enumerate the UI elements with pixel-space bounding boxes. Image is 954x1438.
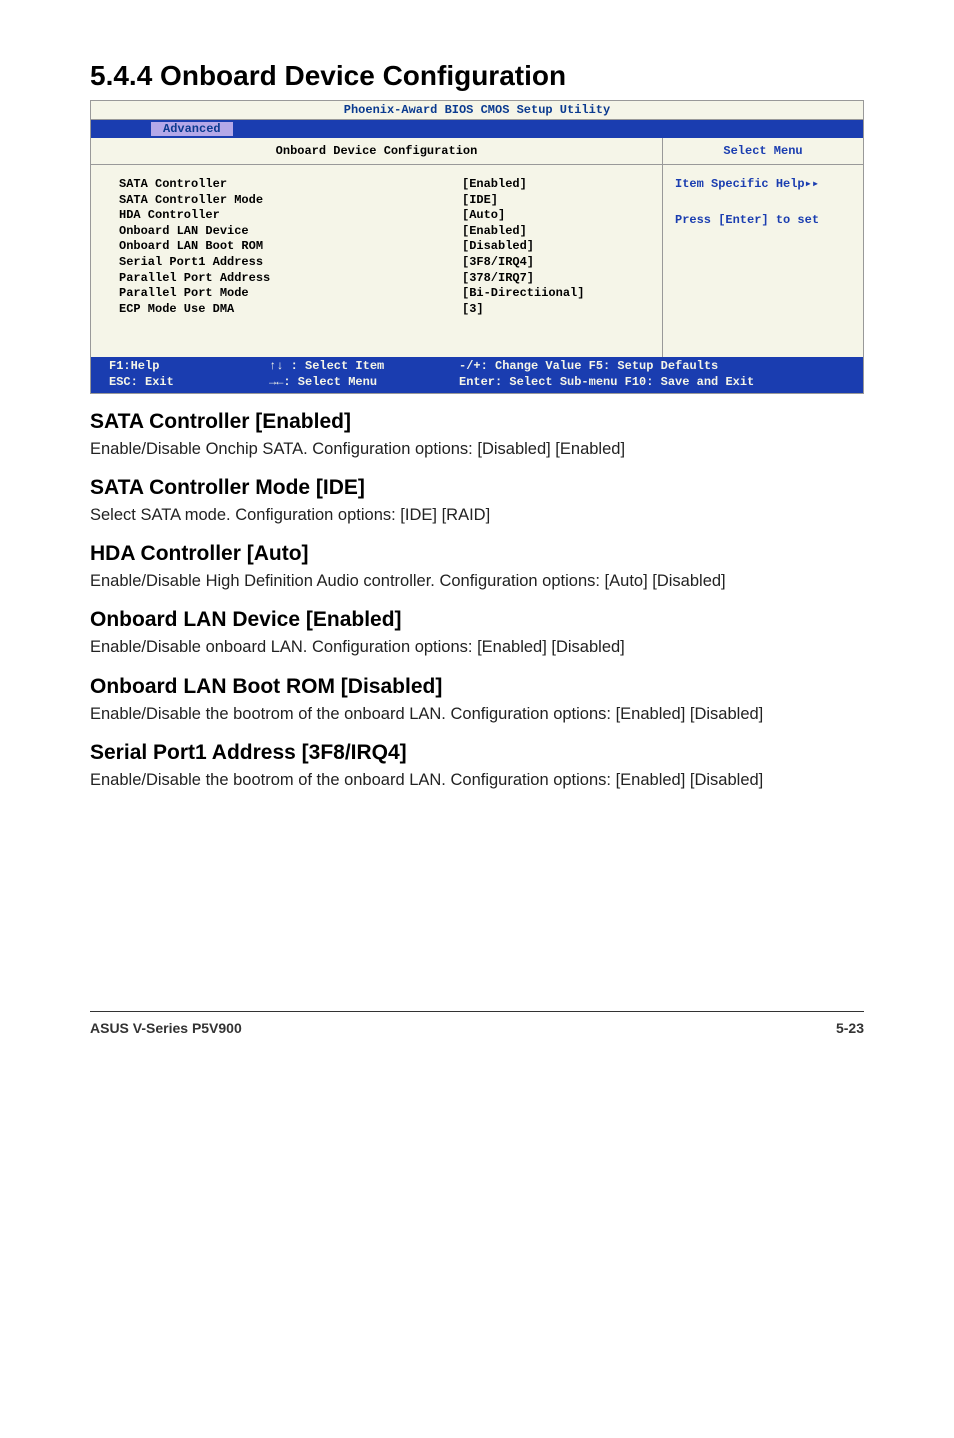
bios-help-line: Item Specific Help▸▸ xyxy=(675,175,851,193)
bios-main-panel: Onboard Device Configuration SATA Contro… xyxy=(91,138,663,357)
bios-row-value: [Enabled] xyxy=(462,177,642,193)
bios-help-panel: Select Menu Item Specific Help▸▸ Press [… xyxy=(663,138,863,357)
bios-row-label: Parallel Port Address xyxy=(119,271,462,287)
bios-row-label: Onboard LAN Device xyxy=(119,224,462,240)
subsection-body: Enable/Disable the bootrom of the onboar… xyxy=(90,769,864,791)
bios-footer-key: ↑↓ : Select Item xyxy=(269,359,459,375)
subsection-body: Enable/Disable onboard LAN. Configuratio… xyxy=(90,636,864,658)
bios-row-value: [378/IRQ7] xyxy=(462,271,642,287)
bios-row-value: [3F8/IRQ4] xyxy=(462,255,642,271)
footer-page-number: 5-23 xyxy=(836,1020,864,1036)
bios-row-value: [Bi-Directiional] xyxy=(462,286,642,302)
bios-row-value: [3] xyxy=(462,302,642,318)
subsection-heading: SATA Controller Mode [IDE] xyxy=(90,476,864,500)
bios-row-label: Serial Port1 Address xyxy=(119,255,462,271)
bios-row-label: HDA Controller xyxy=(119,208,462,224)
bios-help-line: Press [Enter] to set xyxy=(675,211,851,229)
bios-footer-bar: F1:Help ESC: Exit ↑↓ : Select Item →←: S… xyxy=(91,357,863,392)
bios-footer-key: ESC: Exit xyxy=(109,375,269,391)
bios-title: Phoenix-Award BIOS CMOS Setup Utility xyxy=(91,101,863,120)
bios-setting-labels: SATA Controller SATA Controller Mode HDA… xyxy=(119,177,462,317)
bios-footer-key: F1:Help xyxy=(109,359,269,375)
bios-setting-values: [Enabled] [IDE] [Auto] [Enabled] [Disabl… xyxy=(462,177,642,317)
bios-tab-advanced: Advanced xyxy=(151,122,233,136)
subsection-body: Select SATA mode. Configuration options:… xyxy=(90,504,864,526)
bios-screenshot: Phoenix-Award BIOS CMOS Setup Utility Ad… xyxy=(90,100,864,394)
bios-row-value: [Disabled] xyxy=(462,239,642,255)
footer-product: ASUS V-Series P5V900 xyxy=(90,1020,242,1036)
bios-footer-key: Enter: Select Sub-menu F10: Save and Exi… xyxy=(459,375,845,391)
subsection-heading: Serial Port1 Address [3F8/IRQ4] xyxy=(90,741,864,765)
bios-row-label: SATA Controller xyxy=(119,177,462,193)
bios-tab-bar: Advanced xyxy=(91,120,863,138)
subsection-heading: Onboard LAN Boot ROM [Disabled] xyxy=(90,675,864,699)
bios-row-label: ECP Mode Use DMA xyxy=(119,302,462,318)
subsection-body: Enable/Disable High Definition Audio con… xyxy=(90,570,864,592)
bios-row-label: Onboard LAN Boot ROM xyxy=(119,239,462,255)
bios-row-value: [Auto] xyxy=(462,208,642,224)
bios-row-label: Parallel Port Mode xyxy=(119,286,462,302)
section-heading: 5.4.4 Onboard Device Configuration xyxy=(90,60,864,92)
bios-help-title: Select Menu xyxy=(663,138,863,165)
subsection-heading: HDA Controller [Auto] xyxy=(90,542,864,566)
bios-row-value: [IDE] xyxy=(462,193,642,209)
subsection-heading: Onboard LAN Device [Enabled] xyxy=(90,608,864,632)
page-footer: ASUS V-Series P5V900 5-23 xyxy=(90,1011,864,1036)
bios-row-label: SATA Controller Mode xyxy=(119,193,462,209)
subsection-body: Enable/Disable Onchip SATA. Configuratio… xyxy=(90,438,864,460)
bios-footer-key: →←: Select Menu xyxy=(269,375,459,391)
bios-footer-key: -/+: Change Value F5: Setup Defaults xyxy=(459,359,845,375)
bios-row-value: [Enabled] xyxy=(462,224,642,240)
subsection-body: Enable/Disable the bootrom of the onboar… xyxy=(90,703,864,725)
subsection-heading: SATA Controller [Enabled] xyxy=(90,410,864,434)
bios-panel-title: Onboard Device Configuration xyxy=(91,138,662,165)
